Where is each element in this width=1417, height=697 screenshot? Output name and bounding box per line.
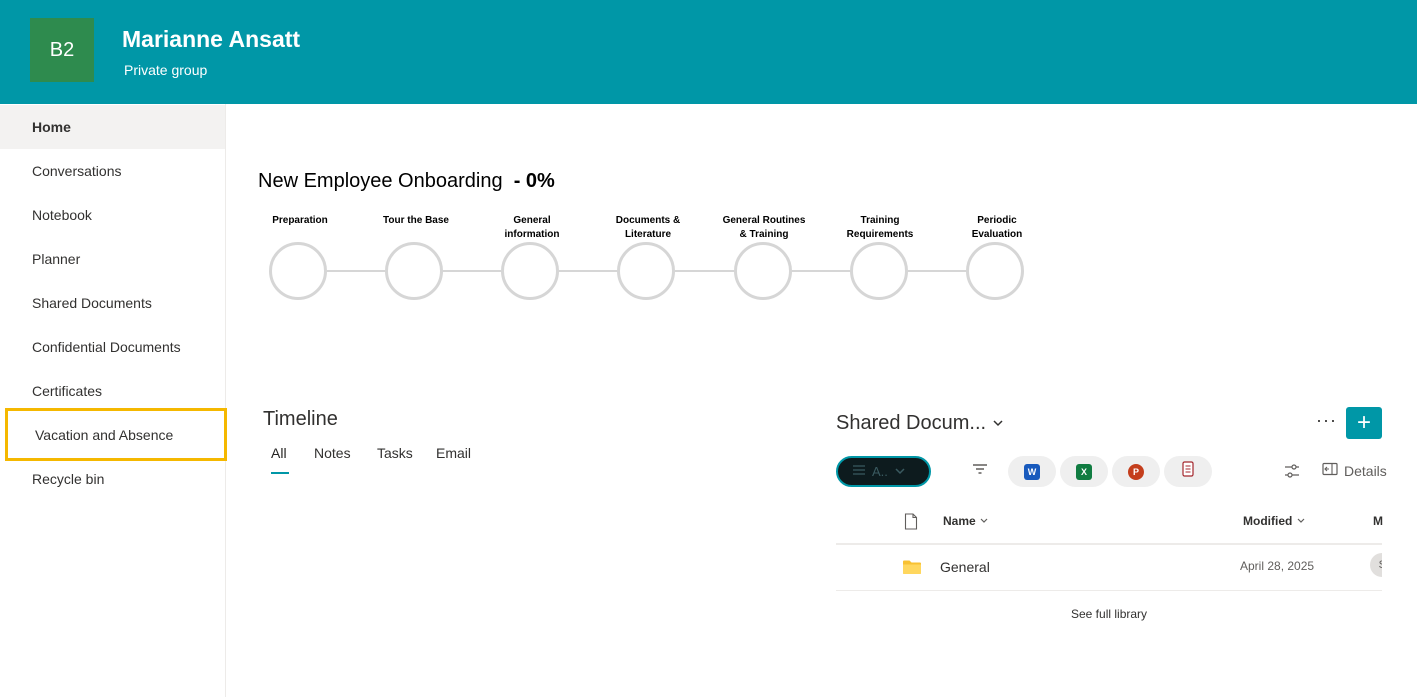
nav-item-certificates[interactable]: Certificates [0, 369, 225, 413]
new-word-button[interactable]: W [1008, 456, 1056, 487]
nav-item-label: Shared Documents [32, 295, 152, 311]
header-divider [836, 543, 1382, 545]
site-subtitle: Private group [124, 62, 208, 78]
nav-item-label: Conversations [32, 163, 122, 179]
column-header-name-label: Name [943, 514, 976, 528]
view-selector-label: A.. [872, 464, 888, 479]
new-excel-button[interactable]: X [1060, 456, 1108, 487]
step-label: General Routines & Training [722, 215, 806, 240]
nav-item-label: Vacation and Absence [35, 426, 174, 443]
details-button[interactable]: Details [1322, 462, 1387, 479]
tab-tasks[interactable]: Tasks [377, 445, 413, 461]
step-circle-periodic-evaluation[interactable] [966, 242, 1024, 300]
onboarding-title: New Employee Onboarding - 0% [258, 170, 555, 193]
active-tab-indicator [271, 472, 289, 474]
nav-item-conversations[interactable]: Conversations [0, 149, 225, 193]
nav-item-planner[interactable]: Planner [0, 237, 225, 281]
details-pane-icon [1322, 462, 1338, 479]
add-button[interactable]: + [1346, 407, 1382, 439]
step-circle-general-routines[interactable] [734, 242, 792, 300]
nav-item-label: Home [32, 119, 71, 135]
list-view-icon [852, 464, 866, 479]
nav-item-shared-documents[interactable]: Shared Documents [0, 281, 225, 325]
file-type-icon [904, 513, 918, 535]
filter-icon[interactable] [971, 461, 989, 482]
tab-all[interactable]: All [271, 445, 287, 461]
avatar: S [1370, 553, 1382, 577]
column-header-modified-label: Modified [1243, 514, 1293, 528]
step-circle-general-information[interactable] [501, 242, 559, 300]
onboarding-progress: - 0% [513, 170, 555, 192]
chevron-down-icon[interactable] [992, 416, 1004, 432]
step-label: Tour the Base [383, 215, 449, 226]
chevron-down-icon [1296, 514, 1306, 528]
step-circle-training-requirements[interactable] [850, 242, 908, 300]
chevron-down-icon [894, 464, 906, 479]
step-label: Periodic Evaluation [971, 215, 1023, 240]
nav-item-vacation-and-absence[interactable]: Vacation and Absence [5, 408, 227, 461]
file-modified: April 28, 2025 [1240, 559, 1315, 573]
step-circle-preparation[interactable] [269, 242, 327, 300]
tab-email[interactable]: Email [436, 445, 471, 461]
view-settings-icon[interactable] [1283, 462, 1301, 485]
onboarding-title-text: New Employee Onboarding [258, 170, 503, 192]
step-connector [559, 270, 617, 272]
step-connector [675, 270, 734, 272]
file-name[interactable]: General [940, 559, 990, 575]
step-connector [908, 270, 966, 272]
timeline-title: Timeline [263, 408, 338, 430]
nav-item-home[interactable]: Home [0, 105, 225, 149]
site-logo[interactable]: B2 [30, 18, 94, 82]
step-label: General information [504, 215, 560, 240]
new-powerpoint-button[interactable]: P [1112, 456, 1160, 487]
view-selector[interactable]: A.. [836, 456, 931, 487]
excel-icon: X [1076, 463, 1092, 480]
nav-item-label: Planner [32, 251, 81, 267]
nav-item-recycle-bin[interactable]: Recycle bin [0, 457, 225, 501]
powerpoint-icon: P [1128, 463, 1144, 480]
nav-item-label: Certificates [32, 383, 103, 399]
step-circle-documents-literature[interactable] [617, 242, 675, 300]
step-connector [443, 270, 501, 272]
see-full-library-link[interactable]: See full library [1071, 607, 1147, 621]
step-circle-tour-the-base[interactable] [385, 242, 443, 300]
chevron-down-icon [979, 514, 989, 528]
tab-notes[interactable]: Notes [314, 445, 351, 461]
new-forms-button[interactable] [1164, 456, 1212, 487]
step-connector [327, 270, 385, 272]
folder-icon [902, 559, 922, 580]
nav-item-label: Recycle bin [32, 471, 105, 487]
nav-item-notebook[interactable]: Notebook [0, 193, 225, 237]
word-icon: W [1024, 463, 1040, 480]
column-header-modified-by[interactable]: M [1373, 514, 1383, 528]
nav-item-label: Confidential Documents [32, 339, 181, 355]
site-logo-text: B2 [49, 38, 75, 61]
more-options-button[interactable]: ··· [1316, 410, 1337, 431]
site-header: B2 Marianne Ansatt Private group [0, 0, 1417, 104]
nav-item-label: Notebook [32, 207, 92, 223]
forms-icon [1182, 461, 1194, 482]
site-title[interactable]: Marianne Ansatt [122, 26, 300, 53]
step-label: Documents & Literature [615, 215, 681, 240]
column-header-modified[interactable]: Modified [1243, 514, 1306, 528]
column-header-name[interactable]: Name [943, 514, 989, 528]
library-title[interactable]: Shared Docum... [836, 412, 986, 435]
row-divider [836, 590, 1382, 591]
step-label: Training Requirements [846, 215, 914, 240]
step-label: Preparation [272, 215, 328, 226]
nav-item-confidential-documents[interactable]: Confidential Documents [0, 325, 225, 369]
step-connector [792, 270, 850, 272]
details-label: Details [1344, 462, 1387, 479]
